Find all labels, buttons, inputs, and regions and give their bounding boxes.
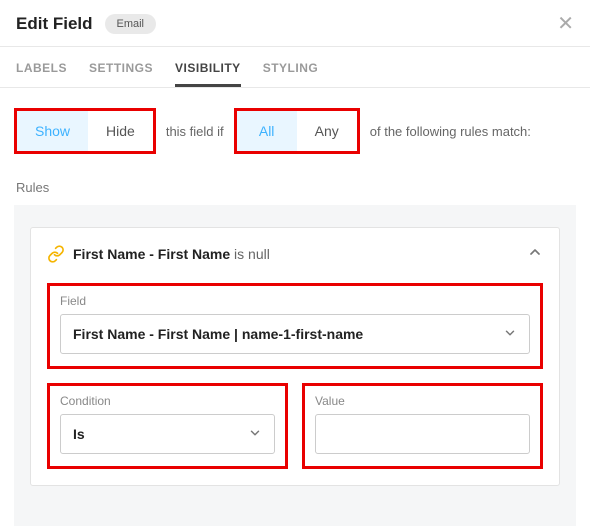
chevron-down-icon bbox=[248, 426, 262, 443]
highlight-show-hide: Show Hide bbox=[14, 108, 156, 154]
condition-value-row: Condition Is Value bbox=[47, 383, 543, 469]
field-label: Field bbox=[60, 294, 530, 308]
rule-summary: First Name - First Name is null bbox=[73, 246, 270, 262]
show-hide-toggle: Show Hide bbox=[17, 111, 153, 151]
rule-header: First Name - First Name is null bbox=[47, 244, 543, 263]
rule-summary-tail: is null bbox=[230, 246, 270, 262]
all-any-toggle: All Any bbox=[237, 111, 357, 151]
close-icon[interactable]: ✕ bbox=[557, 14, 574, 34]
value-label: Value bbox=[315, 394, 530, 408]
hide-button[interactable]: Hide bbox=[88, 111, 153, 151]
sentence-mid-text: this field if bbox=[166, 124, 224, 139]
show-button[interactable]: Show bbox=[17, 111, 88, 151]
chevron-up-icon bbox=[527, 244, 543, 260]
condition-col: Condition Is bbox=[47, 383, 288, 469]
page-title: Edit Field bbox=[16, 14, 93, 34]
field-select[interactable]: First Name - First Name | name-1-first-n… bbox=[60, 314, 530, 354]
tab-labels[interactable]: LABELS bbox=[16, 47, 67, 87]
panel-body: Show Hide this field if All Any of the f… bbox=[0, 88, 590, 526]
highlight-value: Value bbox=[302, 383, 543, 469]
condition-label: Condition bbox=[60, 394, 275, 408]
highlight-condition: Condition Is bbox=[47, 383, 288, 469]
rules-area: First Name - First Name is null Field Fi… bbox=[14, 205, 576, 526]
collapse-button[interactable] bbox=[527, 244, 543, 263]
value-input[interactable] bbox=[315, 414, 530, 454]
highlight-field-select: Field First Name - First Name | name-1-f… bbox=[47, 283, 543, 369]
tab-styling[interactable]: STYLING bbox=[263, 47, 319, 87]
highlight-all-any: All Any bbox=[234, 108, 360, 154]
link-icon bbox=[47, 245, 65, 263]
tabs: LABELS SETTINGS VISIBILITY STYLING bbox=[0, 47, 590, 88]
chevron-down-icon bbox=[503, 326, 517, 343]
condition-select-value: Is bbox=[73, 426, 85, 442]
field-select-value: First Name - First Name | name-1-first-n… bbox=[73, 326, 363, 342]
field-type-badge: Email bbox=[105, 14, 157, 34]
tab-settings[interactable]: SETTINGS bbox=[89, 47, 153, 87]
tab-visibility[interactable]: VISIBILITY bbox=[175, 47, 241, 87]
header: Edit Field Email ✕ bbox=[0, 0, 590, 46]
rules-label: Rules bbox=[14, 180, 576, 195]
all-button[interactable]: All bbox=[237, 111, 297, 151]
value-col: Value bbox=[302, 383, 543, 469]
sentence-tail-text: of the following rules match: bbox=[370, 124, 531, 139]
rule-card: First Name - First Name is null Field Fi… bbox=[30, 227, 560, 486]
any-button[interactable]: Any bbox=[297, 111, 357, 151]
condition-select[interactable]: Is bbox=[60, 414, 275, 454]
rule-summary-field: First Name - First Name bbox=[73, 246, 230, 262]
visibility-sentence: Show Hide this field if All Any of the f… bbox=[14, 108, 576, 154]
